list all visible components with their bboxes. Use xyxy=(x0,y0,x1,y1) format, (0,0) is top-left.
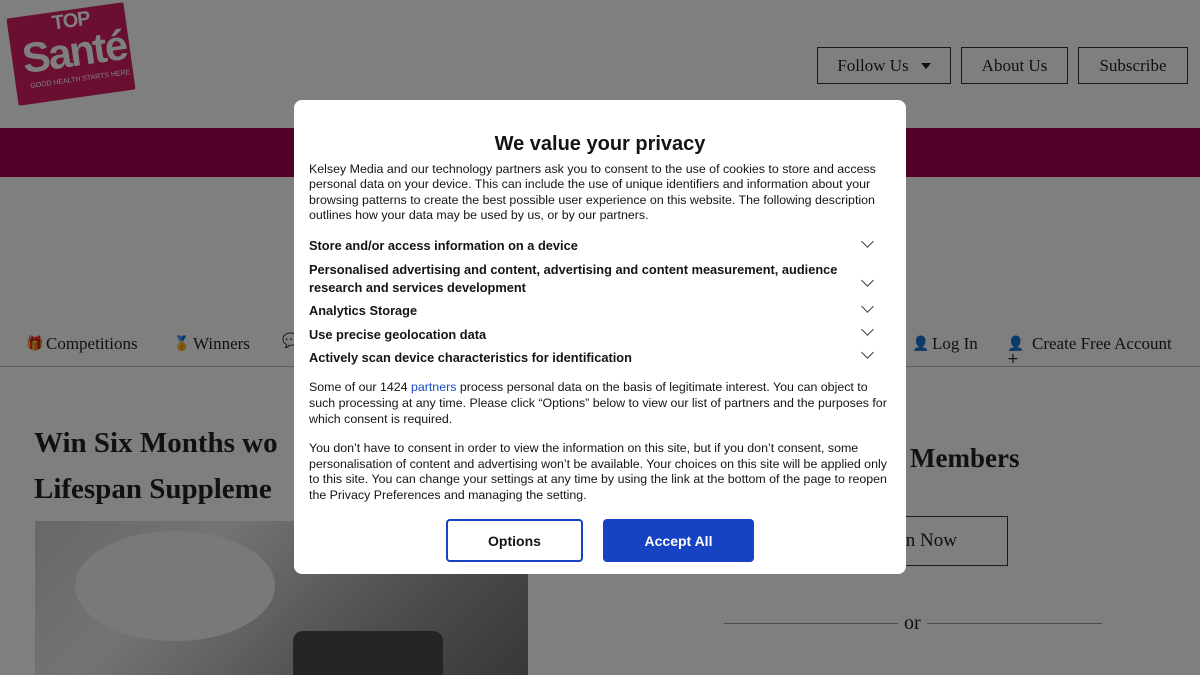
partners-link[interactable]: partners xyxy=(411,380,456,394)
privacy-consent-dialog: We value your privacy Kelsey Media and o… xyxy=(294,100,906,574)
purpose-analytics-storage[interactable]: Analytics Storage xyxy=(309,300,894,320)
purpose-label: Analytics Storage xyxy=(309,303,418,318)
purpose-label: Actively scan device characteristics for… xyxy=(309,350,632,365)
accept-all-label: Accept All xyxy=(644,532,713,549)
legitimate-interest-text: Some of our 1424 partners process person… xyxy=(309,379,894,427)
chevron-down-icon[interactable] xyxy=(861,346,874,359)
purpose-device-scan[interactable]: Actively scan device characteristics for… xyxy=(309,346,894,367)
chevron-down-icon[interactable] xyxy=(861,235,874,248)
purpose-store-access[interactable]: Store and/or access information on a dev… xyxy=(309,235,894,255)
legit-prefix: Some of our 1424 xyxy=(309,380,411,394)
purpose-personalised-ads[interactable]: Personalised advertising and content, ad… xyxy=(309,261,894,296)
accept-all-button[interactable]: Accept All xyxy=(603,519,754,562)
dialog-intro: Kelsey Media and our technology partners… xyxy=(309,162,876,223)
purpose-label: Store and/or access information on a dev… xyxy=(309,238,578,253)
options-button[interactable]: Options xyxy=(446,519,583,562)
chevron-down-icon[interactable] xyxy=(861,300,874,313)
chevron-down-icon[interactable] xyxy=(861,274,874,287)
purpose-label: Personalised advertising and content, ad… xyxy=(309,262,838,295)
no-consent-text: You don’t have to consent in order to vi… xyxy=(309,441,887,502)
dialog-title: We value your privacy xyxy=(494,133,706,155)
options-label: Options xyxy=(488,532,541,549)
chevron-down-icon[interactable] xyxy=(861,323,874,336)
purpose-geolocation[interactable]: Use precise geolocation data xyxy=(309,323,894,344)
purpose-label: Use precise geolocation data xyxy=(309,327,487,342)
